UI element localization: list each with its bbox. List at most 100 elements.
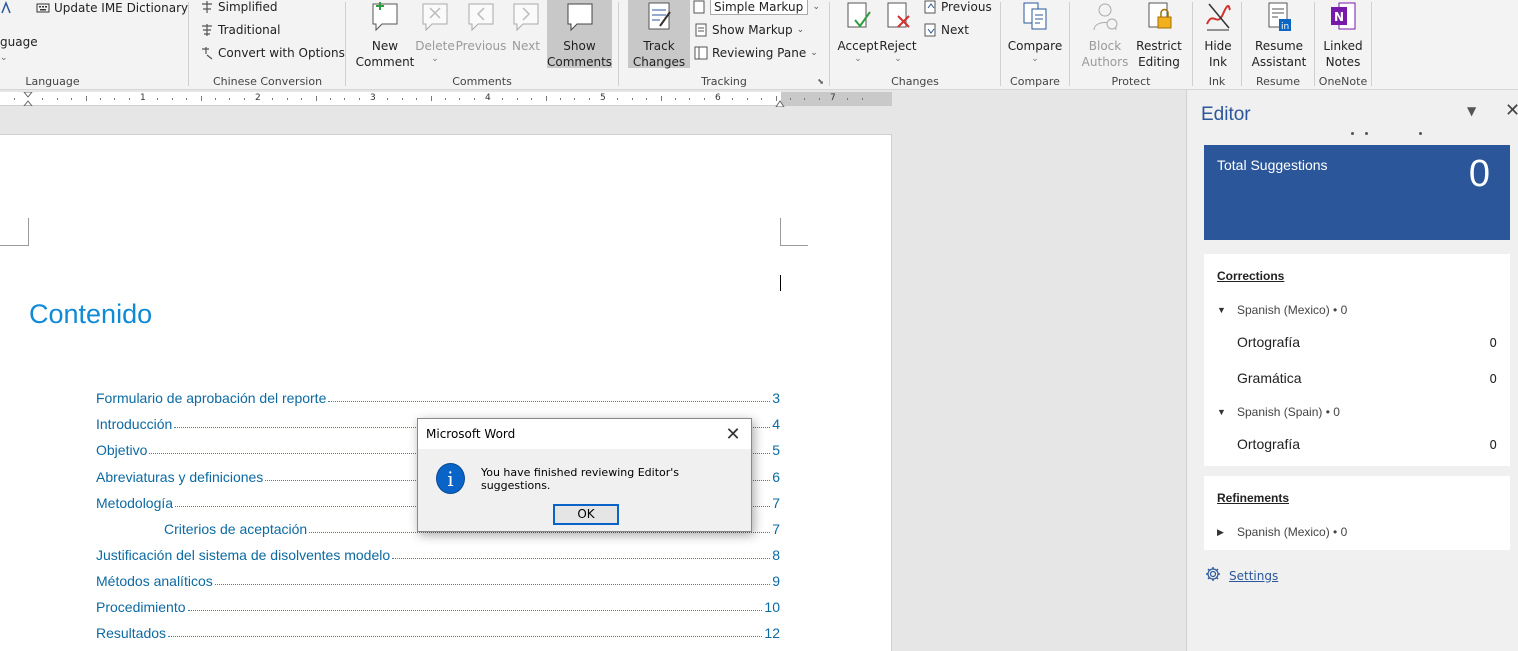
toc-entry[interactable]: Formulario de aprobación del reporte 3 <box>96 388 780 406</box>
message-dialog: Microsoft Word ✕ i You have finished rev… <box>417 418 752 532</box>
toc-entry-page: 12 <box>764 625 780 641</box>
corrections-title[interactable]: Corrections <box>1217 269 1284 283</box>
block-authors-button[interactable]: Block Authors <box>1077 0 1133 70</box>
linked-notes-button[interactable]: N Linked Notes <box>1318 0 1368 70</box>
changes-group-label: Changes <box>891 75 939 88</box>
new-comment-button[interactable]: New Comment <box>355 0 415 70</box>
show-comments-button[interactable]: Show Comments <box>547 0 612 69</box>
toc-entry-page: 10 <box>764 599 780 615</box>
simplified-button[interactable]: Simplified <box>200 0 277 17</box>
compare-caret[interactable]: ⌄ <box>1031 54 1039 66</box>
toc-entry[interactable]: Resultados 12 <box>96 623 780 641</box>
toc-entry-page: 7 <box>772 495 780 511</box>
separator <box>618 2 619 86</box>
first-line-indent-marker[interactable] <box>22 91 34 107</box>
show-markup-button[interactable]: Show Markup ⌄ <box>694 20 804 40</box>
next-comment-label: Next <box>512 39 540 53</box>
ruler-tick <box>847 98 849 100</box>
document-page[interactable]: Contenido Formulario de aprobación del r… <box>0 134 892 651</box>
spanish-spain-toggle[interactable]: ▼ Spanish (Spain) • 0 <box>1217 405 1340 419</box>
traditional-chinese-icon <box>200 23 214 37</box>
dialog-close-icon[interactable]: ✕ <box>723 424 743 445</box>
chinese-conversion-label: Chinese Conversion <box>212 75 323 88</box>
ruler-tick <box>617 98 619 100</box>
reviewing-pane-button[interactable]: Reviewing Pane ⌄ <box>694 43 818 63</box>
markup-mode-caret[interactable]: ⌄ <box>812 2 820 12</box>
traditional-button[interactable]: Traditional <box>200 20 280 40</box>
accept-caret[interactable]: ⌄ <box>854 54 862 66</box>
refinements-title[interactable]: Refinements <box>1217 491 1289 505</box>
next-comment-button[interactable]: Next <box>507 0 545 54</box>
next-change-button[interactable]: Next <box>923 20 969 40</box>
horizontal-ruler[interactable]: 1 2 3 4 5 6 7 <box>0 91 892 108</box>
toc-leader <box>309 532 771 533</box>
track-changes-button[interactable]: Track Changes <box>628 0 690 69</box>
collapse-triangle-icon: ▶ <box>1217 526 1224 537</box>
restrict-editing-button[interactable]: Restrict Editing <box>1133 0 1185 70</box>
delete-comment-icon <box>420 0 450 34</box>
total-suggestions-label: Total Suggestions <box>1217 157 1328 173</box>
toc-entry[interactable]: Métodos analíticos 9 <box>96 571 780 589</box>
gramatica-item[interactable]: Gramática <box>1237 370 1302 386</box>
compare-button[interactable]: Compare ⌄ <box>1008 0 1062 66</box>
toc-entry[interactable]: Justificación del sistema de disolventes… <box>96 545 780 563</box>
hide-ink-button[interactable]: Hide Ink <box>1198 0 1238 70</box>
crop-mark <box>0 245 28 246</box>
new-comment-icon <box>370 0 400 34</box>
toc-entry[interactable]: Procedimiento 10 <box>96 597 780 615</box>
reject-caret[interactable]: ⌄ <box>894 54 902 66</box>
hide-ink-label-1: Hide <box>1204 39 1232 53</box>
previous-comment-button[interactable]: Previous <box>456 0 506 54</box>
ok-button[interactable]: OK <box>553 504 619 525</box>
resume-assistant-button[interactable]: in Resume Assistant <box>1249 0 1309 70</box>
ruler-tick <box>186 98 188 100</box>
show-markup-caret: ⌄ <box>796 25 805 35</box>
ortografia-spain-item[interactable]: Ortografía <box>1237 436 1300 452</box>
ortografia-count: 0 <box>1489 336 1497 350</box>
markup-mode-select[interactable]: Simple Markup ⌄ <box>692 0 820 17</box>
ruler-number: 4 <box>485 93 491 103</box>
update-ime-button[interactable]: Update IME Dictionary <box>36 0 188 18</box>
language-button-label: guage <box>0 35 38 49</box>
toc-entry-page: 8 <box>772 547 780 563</box>
language-dropdown-caret[interactable]: ⌄ <box>0 48 8 68</box>
right-indent-marker[interactable] <box>775 96 785 108</box>
ruler-number: 3 <box>370 93 376 103</box>
pane-options-chevron-down-icon[interactable]: ▼ <box>1467 104 1476 118</box>
ruler-tick <box>315 96 317 101</box>
ruler-number: 1 <box>140 93 146 103</box>
resume-assistant-label-1: Resume <box>1254 39 1304 53</box>
ruler-tick <box>56 98 58 100</box>
refinements-spanish-mexico-toggle[interactable]: ▶ Spanish (Mexico) • 0 <box>1217 525 1347 539</box>
translate-button[interactable] <box>0 0 14 18</box>
toc-entry-page: 4 <box>772 416 780 432</box>
toc-entry-text: Resultados <box>96 625 167 641</box>
settings-link[interactable]: Settings <box>1205 566 1278 585</box>
tracking-options-launcher-icon[interactable]: ⬊ <box>817 77 824 86</box>
reject-button[interactable]: Reject ⌄ <box>879 0 917 66</box>
lock-document-icon <box>1144 0 1174 34</box>
language-group-label: Language <box>25 75 80 88</box>
previous-comment-icon <box>466 0 496 34</box>
ortografia-item[interactable]: Ortografía <box>1237 334 1300 350</box>
dialog-titlebar[interactable]: Microsoft Word ✕ <box>418 419 751 449</box>
compare-icon <box>1020 0 1050 34</box>
onenote-group: N Linked Notes OneNote <box>1316 0 1370 89</box>
pane-close-icon[interactable]: ✕ <box>1505 100 1518 121</box>
show-comments-icon <box>565 0 595 34</box>
ruler-tick <box>646 98 648 100</box>
spanish-mexico-toggle[interactable]: ▼ Spanish (Mexico) • 0 <box>1217 303 1347 317</box>
simplified-label: Simplified <box>218 0 278 14</box>
separator <box>345 2 346 86</box>
delete-comment-button[interactable]: Delete ⌄ <box>415 0 455 66</box>
previous-change-button[interactable]: Previous <box>923 0 992 17</box>
ruler-tick <box>171 98 173 100</box>
toc-entry-page: 7 <box>772 521 780 537</box>
separator <box>1000 2 1001 86</box>
convert-icon <box>200 46 214 60</box>
ruler-tick <box>660 96 662 101</box>
delete-dropdown-caret[interactable]: ⌄ <box>431 54 439 66</box>
document-area[interactable]: Contenido Formulario de aprobación del r… <box>0 107 1186 651</box>
accept-button[interactable]: Accept ⌄ <box>835 0 881 66</box>
convert-with-options-button[interactable]: Convert with Options <box>200 43 345 63</box>
